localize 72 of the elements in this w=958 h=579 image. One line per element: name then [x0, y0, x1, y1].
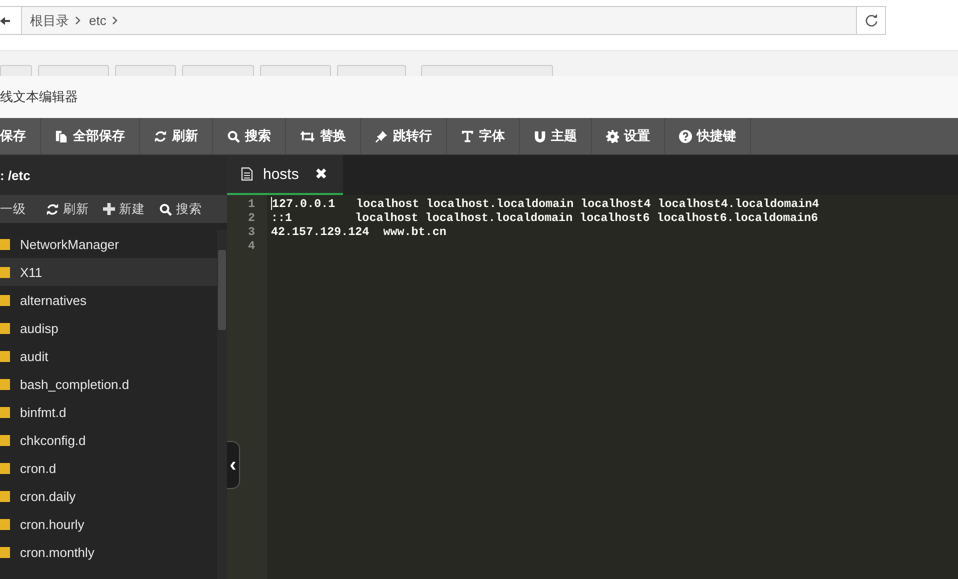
folder-icon	[0, 490, 10, 502]
search-icon	[159, 202, 172, 216]
line-number: 2	[246, 211, 256, 225]
line-number: 1	[246, 197, 256, 211]
refresh-icon	[154, 130, 167, 142]
code-line: 42.157.129.124 www.bt.cn	[271, 225, 446, 239]
toolbar-button[interactable]: 刷新	[140, 118, 213, 154]
folder-icon	[0, 350, 10, 362]
text-cursor	[271, 197, 272, 210]
file-list-item[interactable]: X11	[0, 258, 217, 286]
chevron-icon	[75, 16, 81, 25]
code-line: 127.0.0.1 localhost localhost.localdomain localhost4 localhost4.localdomain4	[272, 197, 820, 211]
file-list-item[interactable]: audisp	[0, 314, 217, 342]
current-path: : /etc	[0, 155, 227, 195]
file-tab[interactable]: hosts ✖	[227, 155, 344, 195]
toolbar-button[interactable]: 替换	[286, 118, 361, 154]
copy-icon	[55, 130, 68, 142]
folder-icon	[0, 266, 10, 278]
refresh-icon	[46, 202, 59, 216]
magnet-icon	[534, 130, 546, 142]
refresh-icon	[864, 14, 878, 27]
sidebar-action[interactable]: 搜索	[152, 195, 209, 223]
window-title: 线文本编辑器	[0, 88, 78, 106]
file-list-item[interactable]: bash_completion.d	[0, 370, 217, 398]
toolbar-button[interactable]: 主题	[520, 118, 592, 154]
font-icon	[461, 130, 474, 142]
chevron-icon	[112, 16, 118, 25]
code-line: ::1 localhost localhost.localdomain localhost6 localhost6.localdomain6	[271, 211, 818, 225]
toolbar-button[interactable]: 字体	[447, 118, 520, 154]
sidebar-action[interactable]: 刷新	[39, 195, 96, 223]
help-icon	[679, 130, 692, 142]
breadcrumb-link[interactable]: 根目录	[30, 12, 69, 30]
collapse-handle[interactable]: ‹	[227, 441, 240, 489]
file-list-item[interactable]: audit	[0, 342, 217, 370]
file-list-item[interactable]: chkconfig.d	[0, 426, 217, 454]
folder-icon	[0, 518, 10, 530]
folder-icon	[0, 238, 10, 250]
sidebar-action[interactable]: 新建	[96, 195, 152, 223]
folder-icon	[0, 406, 10, 418]
search-icon	[227, 130, 240, 142]
breadcrumb-link[interactable]: etc	[89, 13, 106, 28]
settings-icon	[606, 130, 619, 142]
toolbar-button[interactable]: 全部保存	[41, 118, 140, 154]
file-list-item[interactable]: NetworkManager	[0, 230, 217, 258]
file-list-item[interactable]: cron.d	[0, 454, 217, 482]
document-icon	[241, 167, 253, 181]
file-list-item[interactable]: cron.hourly	[0, 510, 217, 538]
pin-icon	[375, 130, 388, 142]
file-list-item[interactable]: binfmt.d	[0, 398, 217, 426]
toolbar-button[interactable]: 设置	[592, 118, 665, 154]
close-icon[interactable]: ✖	[314, 165, 328, 183]
sidebar-action[interactable]: 一级	[0, 195, 33, 223]
folder-icon	[0, 294, 10, 306]
back-arrow-icon	[0, 16, 10, 26]
swap-icon	[300, 130, 315, 142]
toolbar-button[interactable]: 快捷键	[665, 118, 751, 154]
scrollbar[interactable]	[217, 230, 227, 579]
folder-icon	[0, 322, 10, 334]
line-number: 4	[246, 239, 256, 253]
folder-icon	[0, 462, 10, 474]
file-list-item[interactable]: alternatives	[0, 286, 217, 314]
file-list-item[interactable]: cron.daily	[0, 482, 217, 510]
line-number: 3	[246, 225, 256, 239]
folder-icon	[0, 434, 10, 446]
refresh-button[interactable]	[856, 7, 885, 34]
back-button[interactable]	[0, 7, 22, 34]
folder-icon	[0, 378, 10, 390]
toolbar-button[interactable]: 搜索	[213, 118, 286, 154]
toolbar-button[interactable]: 跳转行	[361, 118, 447, 154]
folder-icon	[0, 546, 10, 558]
plus-icon	[103, 203, 115, 215]
file-list-item[interactable]: cron.monthly	[0, 538, 217, 566]
